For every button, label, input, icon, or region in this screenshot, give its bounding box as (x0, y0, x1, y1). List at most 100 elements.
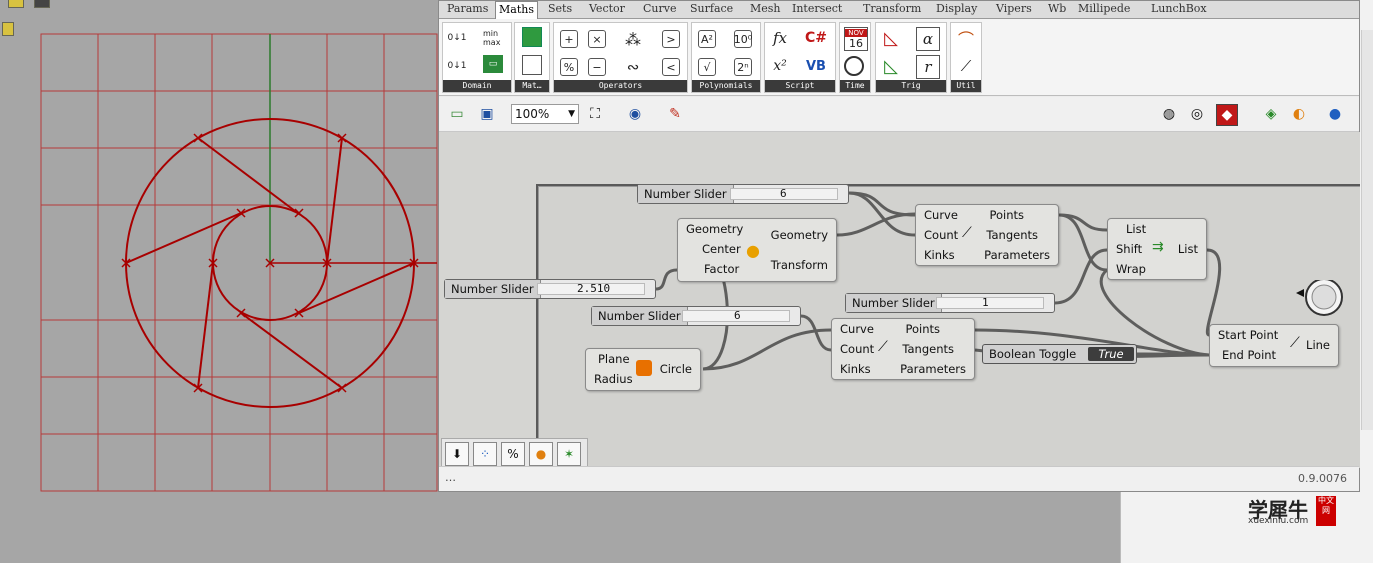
boolean-toggle[interactable]: Boolean Toggle True (982, 344, 1137, 364)
subtraction-icon[interactable]: − (588, 58, 606, 76)
addition-icon[interactable]: + (560, 30, 578, 48)
input-kinks[interactable]: Kinks (840, 361, 871, 377)
gate-and-icon[interactable]: ⁂ (622, 28, 644, 50)
navigation-compass[interactable] (1294, 280, 1348, 320)
input-plane[interactable]: Plane (598, 351, 630, 367)
csharp-icon[interactable]: C# (805, 27, 827, 49)
input-kinks[interactable]: Kinks (924, 247, 955, 263)
preview-eye-icon[interactable]: ◉ (625, 104, 645, 124)
display-mode-icon[interactable]: ● (1325, 104, 1345, 124)
shift-list-component[interactable]: List Shift Wrap List ⇉ (1107, 218, 1207, 280)
remap-icon[interactable]: 0↓1 (446, 55, 468, 77)
toggle-state[interactable]: True (1088, 347, 1134, 361)
number-slider-count-top[interactable]: Number Slider 6 (637, 184, 849, 204)
material-icon[interactable]: ◐ (1289, 104, 1309, 124)
input-list[interactable]: List (1126, 221, 1146, 237)
number-slider-shift[interactable]: Number Slider 1 (845, 293, 1055, 313)
vb-icon[interactable]: VB (805, 55, 827, 77)
input-shift[interactable]: Shift (1116, 241, 1142, 257)
tab-curve[interactable]: Curve (640, 1, 679, 17)
tab-transform[interactable]: Transform (860, 1, 924, 17)
input-geometry[interactable]: Geometry (686, 221, 743, 237)
input-count[interactable]: Count (924, 227, 958, 243)
output-tangents[interactable]: Tangents (902, 341, 954, 357)
tab-mesh[interactable]: Mesh (747, 1, 784, 17)
number-slider-count-bottom[interactable]: Number Slider 6 (591, 306, 801, 326)
sketch-icon[interactable]: ✎ (665, 104, 685, 124)
expression-icon[interactable]: fx (769, 27, 791, 49)
cluster-icon[interactable]: ⁘ (473, 442, 497, 466)
percentage-icon[interactable]: % (501, 442, 525, 466)
grasshopper-canvas[interactable]: Number Slider 6 Number Slider 2.510 Numb… (439, 132, 1360, 468)
input-end-point[interactable]: End Point (1222, 347, 1276, 363)
rhino-viewport[interactable] (0, 0, 440, 563)
multiplication-icon[interactable]: × (588, 30, 606, 48)
triangle-icon[interactable]: ◺ (880, 27, 902, 49)
bell-curve-icon[interactable]: ⌒ (955, 27, 977, 49)
scale-icon[interactable]: ● (529, 442, 553, 466)
power-of-2-icon[interactable]: 2ⁿ (734, 58, 752, 76)
clock-icon[interactable] (844, 56, 864, 76)
calendar-icon[interactable]: NOV 16 (844, 27, 868, 51)
tab-vector[interactable]: Vector (586, 1, 628, 17)
output-tangents[interactable]: Tangents (986, 227, 1038, 243)
number-slider-factor[interactable]: Number Slider 2.510 (444, 279, 656, 299)
modulus-icon[interactable]: % (560, 58, 578, 76)
domain-icon[interactable]: 0↓1 (446, 27, 468, 49)
input-curve[interactable]: Curve (924, 207, 958, 223)
toolbar-icon[interactable] (34, 0, 50, 8)
zoom-dropdown[interactable]: 100% ▼ (511, 104, 579, 124)
matrix-icon[interactable] (522, 27, 542, 47)
input-wrap[interactable]: Wrap (1116, 261, 1146, 277)
slider-track[interactable] (936, 297, 1044, 309)
line-component[interactable]: Start Point End Point Line ⟋ (1209, 324, 1339, 367)
smaller-than-icon[interactable]: < (662, 58, 680, 76)
output-transform[interactable]: Transform (771, 257, 828, 273)
power-of-10-icon[interactable]: 10⁰ (734, 30, 752, 48)
divide-domain-icon[interactable]: ▭ (483, 55, 503, 73)
output-line[interactable]: Line (1306, 337, 1330, 353)
viewport-menu-icon[interactable] (2, 22, 14, 36)
power-icon[interactable]: A² (698, 30, 716, 48)
tab-maths[interactable]: Maths (495, 1, 538, 19)
panel-scrollbar[interactable] (1361, 30, 1373, 430)
tab-sets[interactable]: Sets (545, 1, 575, 17)
download-icon[interactable]: ⬇ (445, 442, 469, 466)
larger-than-icon[interactable]: > (662, 30, 680, 48)
output-points[interactable]: Points (905, 321, 940, 337)
circle-component[interactable]: Plane Radius Circle (585, 348, 701, 391)
tab-surface[interactable]: Surface (687, 1, 736, 17)
tab-wb[interactable]: Wb (1045, 1, 1069, 17)
output-points[interactable]: Points (989, 207, 1024, 223)
input-start-point[interactable]: Start Point (1218, 327, 1278, 343)
output-geometry[interactable]: Geometry (771, 227, 828, 243)
scale-component[interactable]: Geometry Center Factor Geometry Transfor… (677, 218, 837, 282)
output-parameters[interactable]: Parameters (984, 247, 1050, 263)
open-file-icon[interactable]: ▭ (447, 104, 467, 124)
divide-curve-top[interactable]: Curve Count Kinks Points Tangents Parame… (915, 204, 1059, 266)
tab-intersect[interactable]: Intersect (789, 1, 845, 17)
evaluate-icon[interactable]: x² (769, 55, 791, 77)
sparkle-icon[interactable]: ✶ (557, 442, 581, 466)
divide-curve-bottom[interactable]: Curve Count Kinks Points Tangents Parame… (831, 318, 975, 380)
input-radius[interactable]: Radius (594, 371, 633, 387)
square-root-icon[interactable]: √ (698, 58, 716, 76)
wireframe-preview-icon[interactable]: ◍ (1159, 104, 1179, 124)
output-list[interactable]: List (1178, 241, 1198, 257)
radius-icon[interactable]: r (916, 55, 940, 79)
gate-or-icon[interactable]: ∾ (622, 56, 644, 78)
tab-params[interactable]: Params (444, 1, 491, 17)
tab-vipers[interactable]: Vipers (993, 1, 1035, 17)
bounds-icon[interactable]: min max (483, 27, 505, 49)
tab-millipede[interactable]: Millipede (1075, 1, 1133, 17)
tab-lunchbox[interactable]: LunchBox (1148, 1, 1210, 17)
output-circle[interactable]: Circle (660, 361, 692, 377)
input-count[interactable]: Count (840, 341, 874, 357)
input-center[interactable]: Center (702, 241, 741, 257)
bake-icon[interactable]: ◈ (1261, 104, 1281, 124)
selected-preview-icon[interactable]: ◆ (1216, 104, 1238, 126)
save-file-icon[interactable]: ▣ (477, 104, 497, 124)
input-curve[interactable]: Curve (840, 321, 874, 337)
interpolate-icon[interactable]: ⟋ (955, 55, 977, 77)
input-factor[interactable]: Factor (704, 261, 739, 277)
